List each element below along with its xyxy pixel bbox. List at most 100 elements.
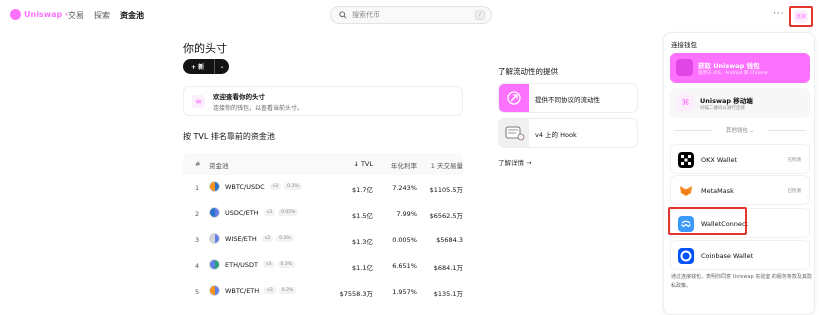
- version-badge: v2: [261, 235, 274, 242]
- positions-icon: ≡: [192, 94, 205, 108]
- terms-notice: 通过连接钱包，表明你同意 Uniswap 实验室 的服务条款及其隐私政策。: [671, 274, 812, 289]
- volume-value: $6562.5万: [429, 212, 463, 220]
- wallet-coinbase[interactable]: Coinbase Wallet: [670, 240, 810, 270]
- volume-value: $684.1万: [433, 264, 463, 272]
- uniswap-mobile-card[interactable]: ⌘ Uniswap 移动端 扫描二维码以进行连接: [670, 88, 810, 118]
- get-uniswap-wallet-card[interactable]: 获取 Uniswap 钱包 适用于 iOS、Android 和 Chrome: [670, 53, 810, 83]
- wallet-detected-label: 已检测: [787, 158, 802, 163]
- welcome-subtitle: 连接你的钱包，以查看当前头寸。: [213, 104, 304, 112]
- fee-badge: 0.3%: [284, 183, 302, 190]
- new-position-button[interactable]: + 新 ⌄: [183, 59, 229, 74]
- tvl-value: $1.1亿: [352, 264, 373, 272]
- table-row[interactable]: 1 WBTC/USDC v3 0.3% $1.7亿 7.243% $1105.5万: [183, 175, 463, 201]
- apr-value: 7.243%: [392, 184, 417, 192]
- uniswap-logo-menu[interactable]: Uniswap ▾: [10, 9, 68, 20]
- row-index: 2: [195, 210, 200, 218]
- search-shortcut-key: /: [475, 10, 485, 20]
- token-pair-icon: [209, 285, 220, 296]
- table-row[interactable]: 5 WBTC/ETH v3 0.3% $7558.3万 1.957% $135.1万: [183, 279, 463, 305]
- token-pair-icon: [209, 207, 220, 218]
- connect-wallet-panel: 连接钱包 获取 Uniswap 钱包 适用于 iOS、Android 和 Chr…: [663, 32, 815, 315]
- version-badge: v3: [263, 209, 276, 216]
- fee-badge: 0.3%: [277, 261, 295, 268]
- header-tvl[interactable]: ↓ TVL: [353, 160, 373, 168]
- brand-name: Uniswap: [24, 10, 63, 19]
- uniswap-wallet-icon: [676, 59, 693, 76]
- apr-value: 1.957%: [392, 288, 417, 296]
- header-apr[interactable]: 年化利率: [391, 160, 417, 170]
- pair-name: WISE/ETH: [225, 234, 257, 243]
- table-row[interactable]: 3 WISE/ETH v2 0.3% $1.3亿 0.005% $5684.3: [183, 227, 463, 253]
- welcome-card: ≡ 欢迎查看你的头寸 连接你的钱包，以查看当前头寸。: [183, 86, 463, 116]
- row-index: 1: [195, 184, 200, 192]
- table-header: # 资金池 ↓ TVL 年化利率 1 天交易量: [183, 153, 463, 175]
- volume-value: $135.1万: [433, 290, 463, 298]
- volume-value: $1105.5万: [429, 186, 463, 194]
- nav-explore[interactable]: 探索: [94, 10, 110, 21]
- page-title: 你的头寸: [183, 42, 227, 55]
- other-wallets-toggle[interactable]: 其他钱包 ⌄: [664, 126, 816, 134]
- header-index: #: [195, 160, 201, 168]
- liquidity-card-label: v4 上的 Hook: [535, 131, 577, 139]
- uniswap-logo-icon: [10, 9, 21, 20]
- row-index: 4: [195, 262, 200, 270]
- liquidity-card-label: 提供不同协议的流动性: [535, 96, 600, 104]
- metamask-fox-icon: [678, 183, 694, 199]
- learn-liquidity-title: 了解流动性的提供: [498, 67, 558, 76]
- tvl-value: $7558.3万: [339, 290, 373, 298]
- fee-badge: 0.3%: [276, 235, 294, 242]
- pool-pair: WISE/ETH v2 0.3%: [209, 233, 294, 244]
- tvl-value: $1.5亿: [352, 212, 373, 220]
- wallet-name: MetaMask: [701, 187, 734, 195]
- search-placeholder: 搜索代币: [352, 11, 380, 19]
- nav-trade[interactable]: 交易: [68, 10, 84, 21]
- version-badge: v3: [269, 183, 282, 190]
- new-position-label[interactable]: + 新: [183, 62, 214, 71]
- version-badge: v3: [263, 261, 275, 268]
- pool-pair: WBTC/USDC v3 0.3%: [209, 181, 302, 192]
- tvl-value: $1.3亿: [352, 238, 373, 246]
- table-row[interactable]: 2 USDC/ETH v3 0.05% $1.5亿 7.99% $6562.5万: [183, 201, 463, 227]
- nav-pool[interactable]: 资金池: [120, 10, 144, 21]
- pools-table: # 资金池 ↓ TVL 年化利率 1 天交易量 1 WBTC/USDC v3 0.3%…: [183, 153, 463, 305]
- apr-value: 7.99%: [396, 210, 417, 218]
- liquidity-card-protocols[interactable]: 提供不同协议的流动性: [498, 83, 638, 113]
- connect-button[interactable]: 连接: [789, 6, 813, 27]
- pair-name: WBTC/USDC: [225, 182, 265, 191]
- more-options-icon[interactable]: ···: [773, 9, 785, 19]
- search-icon: [339, 11, 347, 19]
- walletconnect-highlight-box: [668, 207, 747, 235]
- search-input[interactable]: 搜索代币 /: [330, 6, 492, 24]
- pair-name: WBTC/ETH: [225, 286, 260, 295]
- qr-code-icon: ⌘: [677, 94, 694, 111]
- uniswap-wallet-subtitle: 适用于 iOS、Android 和 Chrome: [698, 71, 768, 76]
- table-row[interactable]: 4 ETH/USDT v3 0.3% $1.1亿 6.651% $684.1万: [183, 253, 463, 279]
- header-pool: 资金池: [209, 162, 229, 170]
- token-pair-icon: [209, 181, 220, 192]
- hooks-illustration-icon: [499, 119, 529, 147]
- wallet-detected-label: 已检测: [787, 189, 802, 194]
- okx-icon: [678, 152, 694, 168]
- fee-badge: 0.05%: [278, 209, 299, 216]
- pair-name: ETH/USDT: [225, 260, 259, 269]
- token-pair-icon: [209, 259, 220, 270]
- learn-more-link[interactable]: 了解详情 →: [498, 157, 532, 167]
- pool-pair: WBTC/ETH v3 0.3%: [209, 285, 297, 296]
- pool-pair: USDC/ETH v3 0.05%: [209, 207, 299, 218]
- wallet-metamask[interactable]: MetaMask 已检测: [670, 175, 810, 205]
- version-badge: v3: [264, 287, 276, 294]
- volume-value: $5684.3: [436, 236, 463, 244]
- uniswap-mobile-title: Uniswap 移动端: [700, 97, 753, 105]
- header-volume[interactable]: 1 天交易量: [431, 160, 463, 170]
- liquidity-card-hooks[interactable]: v4 上的 Hook: [498, 118, 638, 148]
- apr-value: 0.005%: [392, 236, 417, 244]
- row-index: 3: [195, 236, 200, 244]
- apr-value: 6.651%: [392, 262, 417, 270]
- top-navigation: Uniswap ▾ 交易 探索 资金池 搜索代币 / ··· 连接: [0, 0, 819, 32]
- liquidity-icon: [499, 84, 529, 112]
- chevron-down-icon[interactable]: ⌄: [215, 63, 229, 70]
- wallet-okx[interactable]: OKX Wallet 已检测: [670, 144, 810, 174]
- wallet-name: OKX Wallet: [701, 156, 738, 164]
- tvl-value: $1.7亿: [352, 186, 373, 194]
- coinbase-icon: [678, 248, 694, 264]
